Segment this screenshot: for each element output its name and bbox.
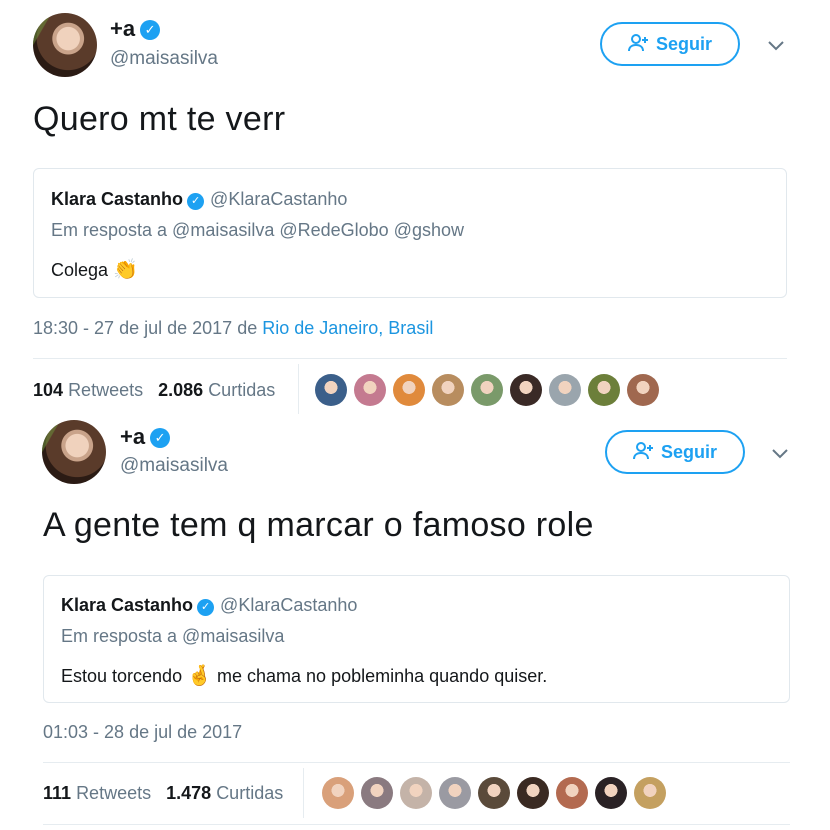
liker-avatar[interactable]	[510, 374, 542, 406]
liker-avatar[interactable]	[627, 374, 659, 406]
liker-avatar[interactable]	[393, 374, 425, 406]
liker-avatar[interactable]	[400, 777, 432, 809]
chevron-down-icon[interactable]	[768, 41, 784, 51]
tweet-stats: 111 Retweets 1.478 Curtidas	[43, 783, 283, 804]
add-user-icon	[627, 33, 650, 56]
tweet-text: A gente tem q marcar o famoso role	[43, 506, 594, 544]
divider	[33, 358, 787, 359]
liker-avatar[interactable]	[361, 777, 393, 809]
liker-avatar[interactable]	[595, 777, 627, 809]
reply-context: Em resposta a @maisasilva @RedeGlobo @gs…	[51, 220, 464, 240]
liker-avatar[interactable]	[588, 374, 620, 406]
tweet-1: +a ✓ @maisasilva Seguir Quero mt te verr …	[0, 0, 830, 420]
avatar[interactable]	[33, 13, 97, 77]
follow-button[interactable]: Seguir	[605, 430, 745, 474]
quoted-tweet[interactable]: Klara Castanho ✓ @KlaraCastanho Em respost…	[43, 575, 790, 703]
liker-avatar[interactable]	[439, 777, 471, 809]
clapping-hands-emoji: 👏	[113, 259, 138, 281]
verified-badge-icon: ✓	[187, 193, 205, 210]
stats-separator	[303, 768, 304, 818]
liker-avatars	[315, 374, 659, 406]
reply-context: Em resposta a @maisasilva	[61, 626, 285, 646]
liker-avatar[interactable]	[354, 374, 386, 406]
follow-button[interactable]: Seguir	[600, 22, 740, 66]
tweet-stats: 104 Retweets 2.086 Curtidas	[33, 380, 275, 401]
liker-avatar[interactable]	[634, 777, 666, 809]
verified-badge-icon: ✓	[150, 428, 171, 448]
quoted-text: Estou torcendo 🤞 me chama no pobleminha …	[61, 665, 548, 687]
crossed-fingers-emoji: 🤞	[187, 665, 212, 687]
tweet-timestamp[interactable]: 01:03 - 28 de jul de 2017	[43, 722, 242, 743]
tweet-text: Quero mt te verr	[33, 100, 286, 138]
liker-avatar[interactable]	[471, 374, 503, 406]
liker-avatar[interactable]	[315, 374, 347, 406]
divider	[43, 762, 790, 763]
divider	[43, 824, 790, 825]
liker-avatar[interactable]	[556, 777, 588, 809]
tweet-2: +a ✓ @maisasilva Seguir A gente tem q mar…	[0, 420, 830, 830]
verified-badge-icon: ✓	[197, 599, 215, 616]
liker-avatar[interactable]	[549, 374, 581, 406]
verified-badge-icon: ✓	[140, 20, 161, 40]
chevron-down-icon[interactable]	[772, 449, 788, 459]
quoted-author[interactable]: Klara Castanho ✓ @KlaraCastanho	[61, 595, 357, 616]
quoted-author[interactable]: Klara Castanho ✓ @KlaraCastanho	[51, 189, 347, 210]
tweet-timestamp: 18:30 - 27 de jul de 2017 de Rio de Jane…	[33, 318, 434, 338]
stats-separator	[298, 364, 299, 414]
user-handle[interactable]: @maisasilva	[120, 455, 228, 477]
retweets-count[interactable]: 111 Retweets	[43, 783, 151, 803]
likes-count[interactable]: 1.478 Curtidas	[166, 783, 283, 803]
liker-avatar[interactable]	[322, 777, 354, 809]
display-name[interactable]: +a ✓	[120, 424, 171, 450]
location-link[interactable]: Rio de Janeiro, Brasil	[262, 318, 433, 338]
quoted-tweet[interactable]: Klara Castanho ✓ @KlaraCastanho Em respost…	[33, 168, 787, 298]
liker-avatar[interactable]	[478, 777, 510, 809]
retweets-count[interactable]: 104 Retweets	[33, 380, 143, 400]
add-user-icon	[632, 441, 655, 464]
likes-count[interactable]: 2.086 Curtidas	[158, 380, 275, 400]
liker-avatar[interactable]	[517, 777, 549, 809]
user-handle[interactable]: @maisasilva	[110, 48, 218, 70]
liker-avatar[interactable]	[432, 374, 464, 406]
liker-avatars	[322, 777, 666, 809]
display-name[interactable]: +a ✓	[110, 16, 161, 42]
avatar[interactable]	[42, 420, 106, 484]
quoted-text: Colega 👏	[51, 259, 138, 281]
